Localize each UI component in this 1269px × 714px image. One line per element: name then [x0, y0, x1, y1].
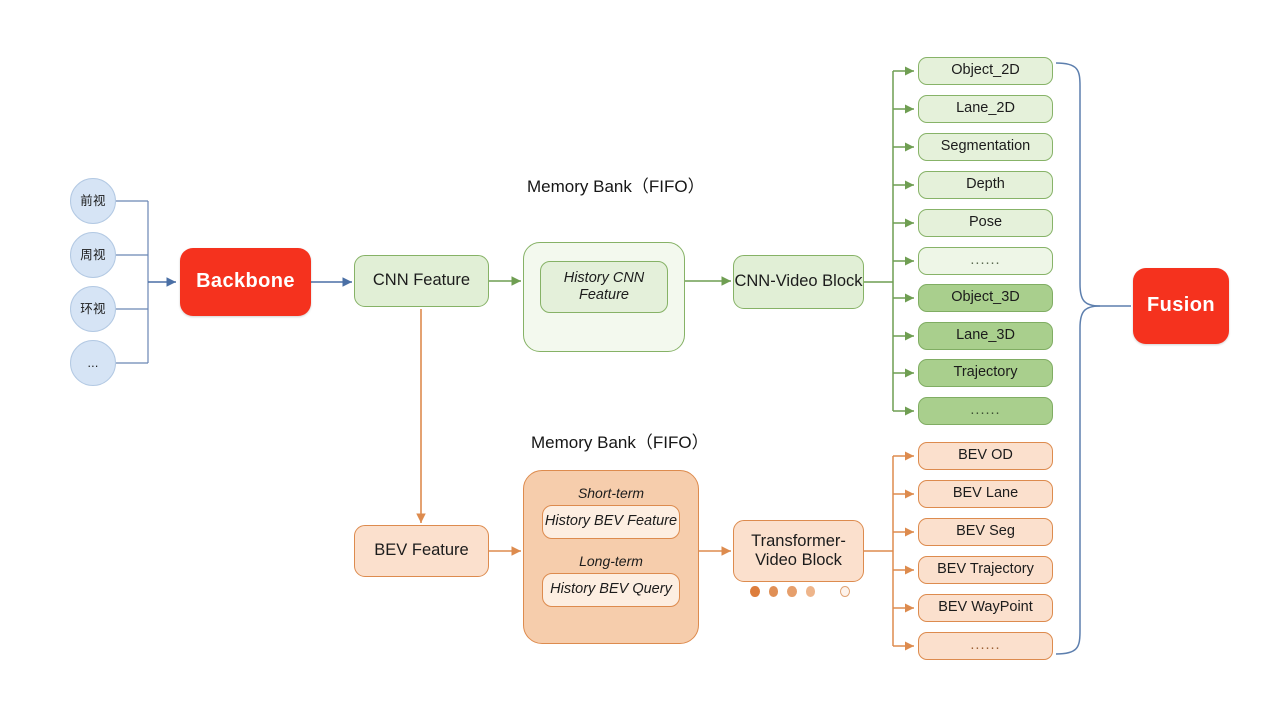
bev-memory-bank-caption: Memory Bank（FIFO） — [531, 433, 709, 452]
output-bev-more[interactable]: ...... — [918, 632, 1053, 660]
backbone-block[interactable]: Backbone — [180, 248, 311, 316]
output-object-3d[interactable]: Object_3D — [918, 284, 1053, 312]
camera-bus-lines — [116, 200, 149, 364]
output-bev-waypoint[interactable]: BEV WayPoint — [918, 594, 1053, 622]
sequence-dot-2 — [768, 586, 779, 597]
output-trajectory[interactable]: Trajectory — [918, 359, 1053, 387]
output-label: Lane_2D — [956, 100, 1015, 117]
long-term-label: Long-term — [579, 553, 643, 569]
output-segmentation[interactable]: Segmentation — [918, 133, 1053, 161]
output-label: Depth — [966, 176, 1005, 193]
bev-feature-label: BEV Feature — [374, 541, 469, 560]
output-label: ...... — [970, 637, 1001, 654]
backbone-label: Backbone — [196, 270, 295, 293]
cnn-video-block[interactable]: CNN-Video Block — [733, 255, 864, 309]
camera-input-label: 周视 — [80, 248, 106, 262]
green-fanout-arrows — [893, 66, 914, 416]
output-label: BEV WayPoint — [938, 599, 1033, 616]
camera-input-label: 前视 — [80, 194, 106, 208]
output-lane-2d[interactable]: Lane_2D — [918, 95, 1053, 123]
history-cnn-feature-item[interactable]: History CNN Feature — [540, 261, 668, 313]
camera-input-label: 环视 — [80, 302, 106, 316]
sequence-dot-4 — [805, 586, 816, 597]
bev-feature-block[interactable]: BEV Feature — [354, 525, 489, 577]
output-object-2d[interactable]: Object_2D — [918, 57, 1053, 85]
cnn-feature-label: CNN Feature — [372, 271, 471, 290]
output-label: BEV Seg — [956, 523, 1015, 540]
cnn-video-block-label: CNN-Video Block — [734, 272, 863, 291]
history-bev-feature-label: History BEV Feature — [544, 513, 678, 530]
orange-fanout-arrows — [893, 451, 914, 651]
history-bev-feature-item[interactable]: History BEV Feature — [542, 505, 680, 539]
output-label: ...... — [970, 402, 1001, 419]
sequence-dot-1 — [750, 586, 760, 597]
output-bev-seg[interactable]: BEV Seg — [918, 518, 1053, 546]
green-fanout — [864, 71, 894, 411]
output-lane-3d[interactable]: Lane_3D — [918, 322, 1053, 350]
sequence-dot-3 — [787, 586, 797, 597]
history-bev-query-label: History BEV Query — [550, 581, 672, 598]
cnn-feature-block[interactable]: CNN Feature — [354, 255, 489, 307]
output-label: BEV Trajectory — [937, 561, 1034, 578]
cnn-memory-bank: History CNN Feature — [523, 242, 685, 352]
camera-input-surround-view[interactable]: 周视 — [70, 232, 116, 278]
output-label: Pose — [968, 214, 1003, 231]
sequence-dot-5-empty — [840, 586, 850, 597]
output-pose[interactable]: Pose — [918, 209, 1053, 237]
transformer-video-block[interactable]: Transformer-Video Block — [733, 520, 864, 582]
output-bev-od[interactable]: BEV OD — [918, 442, 1053, 470]
output-label: Segmentation — [940, 138, 1031, 155]
bev-memory-bank: Short-term History BEV Feature Long-term… — [523, 470, 699, 644]
camera-input-front-view[interactable]: 前视 — [70, 178, 116, 224]
temporal-sequence-dots — [750, 586, 850, 597]
fusion-block[interactable]: Fusion — [1133, 268, 1229, 344]
fusion-brace — [1055, 62, 1131, 655]
history-bev-query-item[interactable]: History BEV Query — [542, 573, 680, 607]
output-bev-lane[interactable]: BEV Lane — [918, 480, 1053, 508]
output-label: BEV Lane — [952, 485, 1019, 502]
camera-input-more-views[interactable]: ... — [70, 340, 116, 386]
fusion-label: Fusion — [1147, 294, 1215, 317]
output-label: Object_3D — [951, 289, 1020, 306]
output-label: BEV OD — [958, 447, 1013, 464]
history-cnn-feature-label: History CNN Feature — [563, 269, 645, 303]
cnn-memory-bank-caption: Memory Bank（FIFO） — [527, 177, 705, 196]
output-label: Trajectory — [953, 364, 1018, 381]
output-depth[interactable]: Depth — [918, 171, 1053, 199]
transformer-video-block-label: Transformer-Video Block — [751, 531, 846, 569]
output-2d-more[interactable]: ...... — [918, 247, 1053, 275]
camera-input-label: ... — [87, 356, 99, 370]
architecture-diagram: 前视 周视 环视 ... Backbone Memory Bank（FIFO） … — [0, 0, 1269, 714]
camera-input-around-view[interactable]: 环视 — [70, 286, 116, 332]
short-term-label: Short-term — [577, 485, 645, 501]
output-bev-trajectory[interactable]: BEV Trajectory — [918, 556, 1053, 584]
output-label: Lane_3D — [956, 327, 1015, 344]
output-label: ...... — [970, 252, 1001, 269]
output-label: Object_2D — [951, 62, 1020, 79]
output-3d-more[interactable]: ...... — [918, 397, 1053, 425]
orange-fanout — [864, 456, 894, 646]
